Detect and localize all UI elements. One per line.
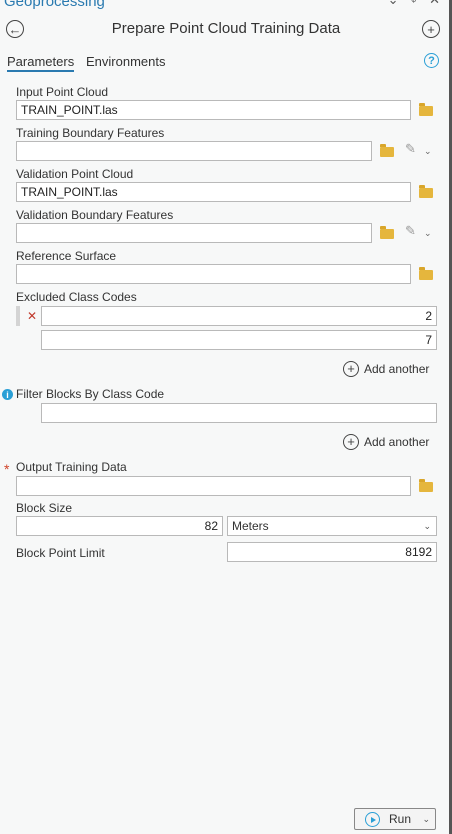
tool-title: Prepare Point Cloud Training Data [111,20,341,37]
excluded-class-codes-label: Excluded Class Codes [16,290,137,304]
filter-blocks-field[interactable] [41,403,437,423]
validation-boundary-label: Validation Boundary Features [16,208,174,222]
input-point-cloud-field[interactable]: TRAIN_POINT.las [16,100,411,120]
block-point-limit-field[interactable]: 8192 [227,542,437,562]
add-another-icon[interactable]: + [343,434,359,450]
folder-icon[interactable] [380,226,394,239]
add-another-button[interactable]: Add another [364,362,429,376]
input-point-cloud-label: Input Point Cloud [16,85,109,99]
excluded-class-code-field[interactable]: 7 [41,330,437,350]
folder-icon[interactable] [419,479,433,492]
validation-boundary-field[interactable] [16,223,372,243]
run-label: Run [389,812,412,826]
add-another-icon[interactable]: + [343,361,359,377]
pane-title: Geoprocessing [4,0,105,10]
output-training-data-field[interactable] [16,476,411,496]
training-boundary-label: Training Boundary Features [16,126,165,140]
block-size-field[interactable]: 82 [16,516,223,536]
folder-icon[interactable] [419,185,433,198]
block-size-unit-select[interactable]: Meters ⌄ [227,516,437,536]
drag-handle[interactable] [16,306,20,326]
filter-blocks-label: Filter Blocks By Class Code [16,387,165,401]
validation-point-cloud-field[interactable]: TRAIN_POINT.las [16,182,411,202]
chevron-down-icon[interactable]: ⌄ [424,146,432,157]
required-marker: * [4,461,10,477]
folder-icon[interactable] [419,103,433,116]
validation-point-cloud-label: Validation Point Cloud [16,167,134,181]
run-button[interactable]: Run ⌄ [354,808,436,830]
tool-header: ← Prepare Point Cloud Training Data + [0,14,452,44]
chevron-down-icon[interactable]: ⌄ [422,814,430,825]
chevron-down-icon[interactable]: ⌄ [424,228,432,239]
block-size-label: Block Size [16,501,73,515]
help-icon[interactable]: ? [424,53,439,68]
block-size-unit-value: Meters [232,519,269,533]
block-point-limit-label: Block Point Limit [16,546,105,560]
chevron-down-icon: ⌄ [423,521,431,531]
pencil-icon[interactable]: ✎ [405,223,416,239]
window-controls[interactable]: ⌄ ⌖ ✕ [388,0,444,8]
play-icon [365,812,380,827]
add-icon[interactable]: + [422,20,440,38]
add-another-button[interactable]: Add another [364,435,429,449]
pencil-icon[interactable]: ✎ [405,141,416,157]
excluded-class-code-field[interactable]: 2 [41,306,437,326]
training-boundary-field[interactable] [16,141,372,161]
output-training-data-label: Output Training Data [16,460,127,474]
info-icon[interactable]: i [2,389,13,400]
tab-parameters[interactable]: Parameters [7,54,75,72]
tab-environments[interactable]: Environments [86,54,165,69]
remove-icon[interactable]: ✕ [27,309,37,323]
folder-icon[interactable] [380,144,394,157]
reference-surface-label: Reference Surface [16,249,117,263]
reference-surface-field[interactable] [16,264,411,284]
folder-icon[interactable] [419,267,433,280]
